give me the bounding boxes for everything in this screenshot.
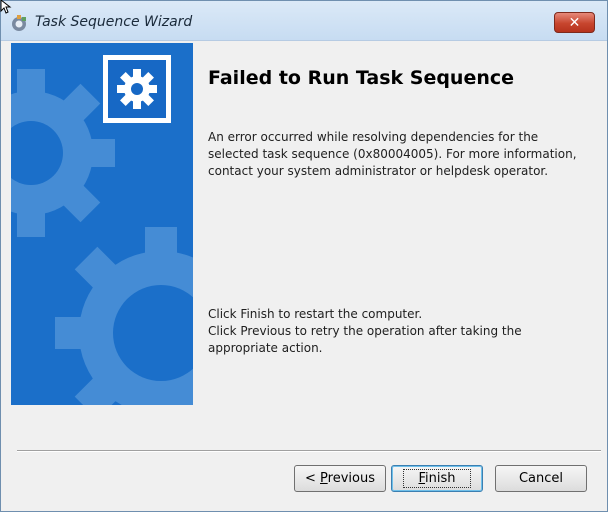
mouse-cursor-icon xyxy=(0,0,12,14)
side-banner xyxy=(11,43,193,405)
instruction-finish: Click Finish to restart the computer. xyxy=(208,307,423,321)
wizard-content xyxy=(11,43,601,511)
previous-button[interactable]: < Previous xyxy=(294,465,386,492)
button-separator xyxy=(17,450,601,452)
task-sequence-icon xyxy=(12,15,26,31)
finish-button[interactable]: Finish xyxy=(391,465,483,492)
title-bar[interactable]: Task Sequence Wizard ✕ xyxy=(1,1,607,41)
instruction-previous: Click Previous to retry the operation af… xyxy=(208,324,522,355)
cancel-button[interactable]: Cancel xyxy=(495,465,587,492)
error-message: An error occurred while resolving depend… xyxy=(208,130,577,178)
window-title: Task Sequence Wizard xyxy=(35,14,193,30)
wizard-window: Task Sequence Wizard ✕ Failed to Run Tas… xyxy=(0,0,608,512)
gear-icon xyxy=(117,69,157,109)
previous-label: < Previous xyxy=(305,471,375,486)
close-icon: ✕ xyxy=(568,14,581,31)
wizard-logo xyxy=(103,55,171,123)
finish-label: Finish xyxy=(403,469,471,488)
close-button[interactable]: ✕ xyxy=(554,12,595,33)
instructions: Click Finish to restart the computer. Cl… xyxy=(208,306,588,357)
page-title: Failed to Run Task Sequence xyxy=(208,67,515,89)
